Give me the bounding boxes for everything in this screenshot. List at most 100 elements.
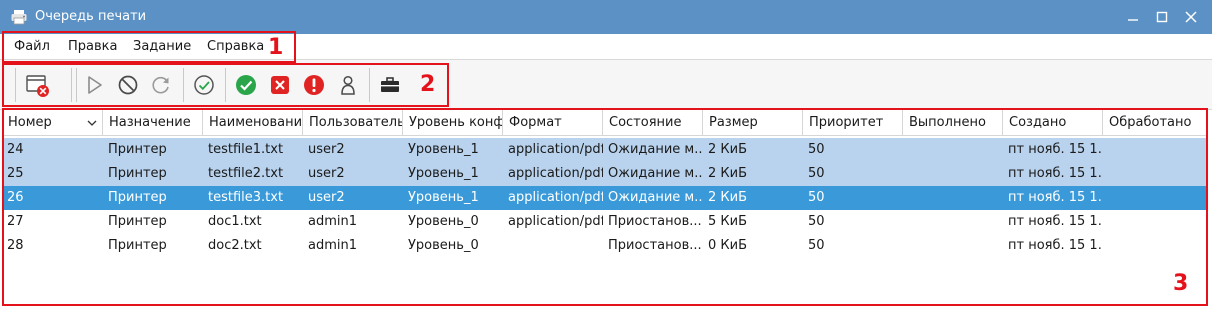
menu-file[interactable]: Файл — [14, 34, 50, 60]
cell-size: 5 КиБ — [708, 214, 747, 229]
cell-user: admin1 — [308, 238, 358, 253]
cell-name: testfile2.txt — [208, 166, 284, 181]
cell-created: пт нояб. 15 1... — [1008, 142, 1103, 157]
menu-bar: Файл Правка Задание Справка — [0, 34, 1212, 60]
red-exclamation-icon[interactable] — [301, 72, 327, 98]
stop-icon[interactable] — [115, 72, 141, 98]
table-row[interactable]: 24 Принтер testfile1.txt user2 Уровень_1 appl… — [2, 138, 1206, 162]
cell-number: 24 — [7, 142, 24, 157]
cell-level: Уровень_1 — [408, 142, 479, 157]
cell-number: 27 — [7, 214, 24, 229]
cell-format: application/pdf — [508, 190, 603, 205]
toolbar — [0, 60, 1212, 110]
toolbar-separator — [369, 68, 370, 102]
cell-created: пт нояб. 15 1... — [1008, 214, 1103, 229]
minimize-icon[interactable] — [1123, 7, 1143, 27]
cell-name: doc2.txt — [208, 238, 262, 253]
column-header-format[interactable]: Формат — [503, 110, 603, 136]
red-x-icon[interactable] — [267, 72, 293, 98]
sort-chevron-down-icon — [86, 110, 98, 136]
table-row[interactable]: 28 Принтер doc2.txt admin1 Уровень_0 Приостан… — [2, 234, 1206, 258]
cell-size: 2 КиБ — [708, 142, 747, 157]
cell-priority: 50 — [808, 214, 825, 229]
cell-number: 26 — [7, 190, 24, 205]
toolbar-separator — [15, 68, 16, 102]
column-header-size[interactable]: Размер — [703, 110, 803, 136]
annotation-label-toolbar: 2 — [420, 72, 436, 97]
refresh-icon[interactable] — [148, 72, 174, 98]
cell-size: 2 КиБ — [708, 166, 747, 181]
column-header-priority[interactable]: Приоритет — [803, 110, 903, 136]
table-row[interactable]: 27 Принтер doc1.txt admin1 Уровень_0 applicat… — [2, 210, 1206, 234]
toolbox-icon[interactable] — [377, 72, 403, 98]
column-header-completed[interactable]: Выполнено — [903, 110, 1003, 136]
cell-size: 0 КиБ — [708, 238, 747, 253]
cell-processed — [1103, 234, 1206, 258]
cell-destination: Принтер — [108, 190, 167, 205]
printer-icon — [10, 8, 28, 26]
cell-state: Приостанов... — [608, 214, 702, 229]
cell-user: user2 — [308, 166, 345, 181]
menu-help[interactable]: Справка — [207, 34, 264, 60]
cell-state: Ожидание м... — [608, 190, 703, 205]
cell-number: 28 — [7, 238, 24, 253]
cell-completed — [903, 186, 1003, 210]
column-header-state[interactable]: Состояние — [603, 110, 703, 136]
table-row[interactable]: 25 Принтер testfile2.txt user2 Уровень_1 appl… — [2, 162, 1206, 186]
cell-user: user2 — [308, 142, 345, 157]
cell-size: 2 КиБ — [708, 190, 747, 205]
column-header-destination[interactable]: Назначение — [103, 110, 203, 136]
cell-processed — [1103, 162, 1206, 186]
window-title: Очередь печати — [35, 9, 147, 24]
cell-user: admin1 — [308, 214, 358, 229]
cell-priority: 50 — [808, 190, 825, 205]
play-icon[interactable] — [81, 72, 107, 98]
window-cancel-icon[interactable] — [25, 72, 51, 98]
cell-priority: 50 — [808, 238, 825, 253]
column-header-created[interactable]: Создано — [1003, 110, 1103, 136]
person-icon[interactable] — [335, 72, 361, 98]
cell-format — [503, 234, 603, 258]
toolbar-separator — [183, 68, 184, 102]
cell-state: Приостанов... — [608, 238, 702, 253]
toolbar-separator — [76, 68, 77, 102]
table-header: Номер Назначение Наименовани Пользовател… — [2, 110, 1206, 136]
cell-level: Уровень_0 — [408, 214, 479, 229]
cell-completed — [903, 234, 1003, 258]
cell-name: doc1.txt — [208, 214, 262, 229]
cell-created: пт нояб. 15 1... — [1008, 190, 1103, 205]
cell-name: testfile1.txt — [208, 142, 284, 157]
cell-priority: 50 — [808, 166, 825, 181]
cell-format: application/pdf — [508, 142, 603, 157]
annotation-label-menu: 1 — [268, 35, 284, 60]
column-header-user[interactable]: Пользователь — [303, 110, 403, 136]
column-header-name[interactable]: Наименовани — [203, 110, 303, 136]
column-header-processed[interactable]: Обработано — [1103, 110, 1206, 136]
cell-destination: Принтер — [108, 238, 167, 253]
cell-processed — [1103, 138, 1206, 162]
green-check-icon[interactable] — [233, 72, 259, 98]
cell-processed — [1103, 210, 1206, 234]
toolbar-separator — [71, 68, 72, 102]
column-header-number[interactable]: Номер — [2, 110, 103, 136]
close-icon[interactable] — [1181, 7, 1201, 27]
title-bar: Очередь печати — [0, 0, 1212, 34]
maximize-icon[interactable] — [1152, 7, 1172, 27]
cell-state: Ожидание м... — [608, 142, 703, 157]
column-header-level[interactable]: Уровень конф — [403, 110, 503, 136]
cell-processed — [1103, 186, 1206, 210]
cell-state: Ожидание м... — [608, 166, 703, 181]
cell-created: пт нояб. 15 1... — [1008, 166, 1103, 181]
cell-number: 25 — [7, 166, 24, 181]
table-row[interactable]: 26 Принтер testfile3.txt user2 Уровень_1 appl… — [2, 186, 1206, 210]
check-circle-icon[interactable] — [191, 72, 217, 98]
toolbar-separator — [225, 68, 226, 102]
cell-name: testfile3.txt — [208, 190, 284, 205]
cell-format: application/pdf — [508, 166, 603, 181]
menu-job[interactable]: Задание — [133, 34, 191, 60]
cell-level: Уровень_1 — [408, 190, 479, 205]
cell-level: Уровень_1 — [408, 166, 479, 181]
cell-user: user2 — [308, 190, 345, 205]
cell-completed — [903, 138, 1003, 162]
menu-edit[interactable]: Правка — [68, 34, 117, 60]
